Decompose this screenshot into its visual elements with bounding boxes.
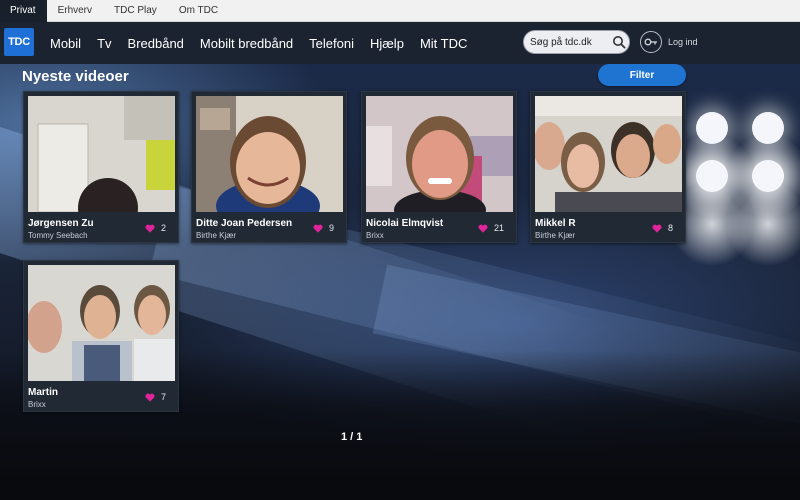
video-title: Ditte Joan Pedersen — [196, 218, 293, 229]
stage-light — [752, 160, 784, 192]
video-card[interactable]: Mikkel R Birthe Kjær 8 — [530, 91, 686, 243]
like-counter[interactable]: 2 — [145, 223, 166, 233]
video-artist: Brixx — [366, 231, 384, 240]
util-link-privat[interactable]: Privat — [0, 0, 47, 22]
like-count: 9 — [328, 223, 334, 233]
like-count: 21 — [493, 223, 504, 233]
like-counter[interactable]: 8 — [652, 223, 673, 233]
stage-light — [752, 112, 784, 144]
nav-links: Mobil Tv Bredbånd Mobilt bredbånd Telefo… — [50, 22, 483, 64]
util-link-om-tdc[interactable]: Om TDC — [168, 0, 229, 22]
video-title: Martin — [28, 387, 58, 398]
utility-nav: Privat Erhverv TDC Play Om TDC — [0, 0, 800, 22]
video-artist: Brixx — [28, 400, 46, 409]
video-thumbnail[interactable] — [535, 96, 682, 212]
video-thumbnail[interactable] — [28, 96, 175, 212]
video-card[interactable]: Jørgensen Zu Tommy Seebach 2 — [23, 91, 179, 243]
filter-button[interactable]: Filter — [598, 64, 686, 86]
heart-icon — [478, 224, 488, 233]
like-count: 8 — [667, 223, 673, 233]
nav-link-hjaelp[interactable]: Hjælp — [370, 36, 404, 51]
key-icon — [640, 31, 662, 53]
like-counter[interactable]: 9 — [313, 223, 334, 233]
video-card[interactable]: Martin Brixx 7 — [23, 260, 179, 412]
like-counter[interactable]: 7 — [145, 392, 166, 402]
like-count: 2 — [160, 223, 166, 233]
pagination: 1 / 1 — [341, 431, 363, 443]
search-placeholder: Søg på tdc.dk — [530, 36, 592, 48]
nav-link-bredbaand[interactable]: Bredbånd — [128, 36, 184, 51]
login-label: Log ind — [668, 37, 698, 47]
nav-link-telefoni[interactable]: Telefoni — [309, 36, 354, 51]
video-thumbnail[interactable] — [366, 96, 513, 212]
main-nav: TDC Mobil Tv Bredbånd Mobilt bredbånd Te… — [0, 22, 800, 64]
search-icon[interactable] — [609, 32, 629, 52]
video-title: Nicolai Elmqvist — [366, 218, 444, 229]
video-card[interactable]: Nicolai Elmqvist Brixx 21 — [361, 91, 517, 243]
heart-icon — [145, 224, 155, 233]
video-title: Mikkel R — [535, 218, 576, 229]
video-thumbnail[interactable] — [28, 265, 175, 381]
tdc-logo[interactable]: TDC — [4, 28, 34, 56]
heart-icon — [652, 224, 662, 233]
nav-link-mobil[interactable]: Mobil — [50, 36, 81, 51]
video-artist: Tommy Seebach — [28, 231, 88, 240]
heart-icon — [145, 393, 155, 402]
like-count: 7 — [160, 392, 166, 402]
video-artist: Birthe Kjær — [196, 231, 237, 240]
video-thumbnail[interactable] — [196, 96, 343, 212]
util-link-tdc-play[interactable]: TDC Play — [103, 0, 168, 22]
video-title: Jørgensen Zu — [28, 218, 94, 229]
video-artist: Birthe Kjær — [535, 231, 576, 240]
nav-link-mit-tdc[interactable]: Mit TDC — [420, 36, 467, 51]
search-input[interactable]: Søg på tdc.dk — [523, 30, 630, 54]
like-counter[interactable]: 21 — [478, 223, 504, 233]
nav-link-mobilt-bredbaand[interactable]: Mobilt bredbånd — [200, 36, 293, 51]
nav-link-tv[interactable]: Tv — [97, 36, 111, 51]
heart-icon — [313, 224, 323, 233]
page-title: Nyeste videoer — [22, 68, 129, 85]
util-link-erhverv[interactable]: Erhverv — [47, 0, 103, 22]
stage-light — [696, 112, 728, 144]
login-button[interactable]: Log ind — [640, 31, 698, 53]
stage-light — [696, 160, 728, 192]
video-card[interactable]: Ditte Joan Pedersen Birthe Kjær 9 — [191, 91, 347, 243]
